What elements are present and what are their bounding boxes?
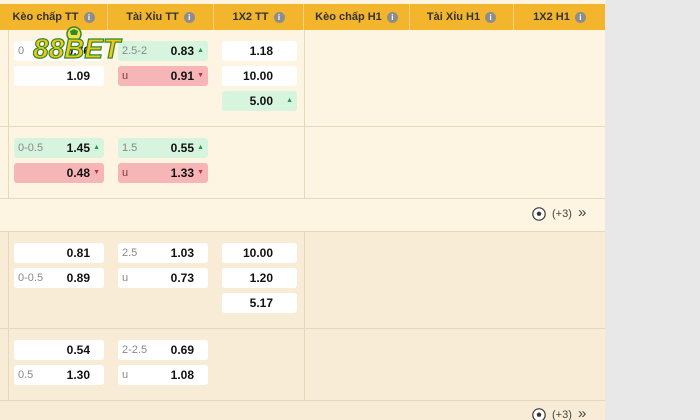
column-divider (304, 30, 305, 199)
x12-home-odds[interactable]: 1.18 (222, 41, 297, 61)
total-under-odds[interactable]: u 0.73 (118, 268, 208, 288)
more-markets-button[interactable]: (+3) » (532, 405, 592, 420)
x12-home-odds[interactable]: 10.00 (222, 243, 297, 263)
odds-value: 5.00 (249, 94, 273, 108)
odds-value: 0.48 (66, 166, 90, 180)
handicap-line: 0.5 (18, 369, 34, 381)
more-markets-button[interactable]: (+3) » (532, 204, 592, 224)
odds-value: 0.83 (170, 44, 194, 58)
more-markets-row (0, 199, 605, 232)
odds-value: 0.81 (66, 246, 90, 260)
total-line: u (122, 167, 129, 179)
info-icon[interactable]: i (183, 11, 195, 23)
header-1x2-h1: 1X2 H1 i (514, 4, 605, 30)
odds-value: 0.54 (66, 343, 90, 357)
header-handicap-h1: Kèo chấp H1 i (304, 4, 410, 30)
info-icon[interactable]: i (273, 11, 285, 23)
header-label: Kèo chấp H1 (315, 11, 382, 23)
total-line: 2-2.5 (122, 344, 148, 356)
total-over-odds[interactable]: 2-2.5 0.69 (118, 340, 208, 360)
total-line: 2.5 (122, 247, 138, 259)
brand-logo: 88BET (33, 26, 124, 65)
handicap-home-odds[interactable]: 0.81 (14, 243, 104, 263)
odds-value: 1.33 (170, 166, 194, 180)
header-total-h1: Tài Xỉu H1 i (410, 4, 514, 30)
chevron-double-right-icon: » (578, 405, 587, 420)
header-label: Tài Xỉu H1 (426, 11, 481, 23)
odds-value: 10.00 (242, 246, 273, 260)
odds-value: 1.18 (249, 44, 273, 58)
handicap-line: 0-0.5 (18, 272, 44, 284)
column-divider (8, 232, 9, 401)
info-icon[interactable]: i (386, 11, 398, 23)
x12-draw-odds[interactable]: 5.00 ▲ (222, 91, 297, 111)
header-label: 1X2 H1 (533, 11, 570, 23)
handicap-home-odds[interactable]: 0.54 (14, 340, 104, 360)
total-line: u (122, 70, 129, 82)
info-icon[interactable]: i (574, 11, 586, 23)
total-under-odds[interactable]: u 1.08 (118, 365, 208, 385)
odds-value: 1.03 (170, 246, 194, 260)
total-over-odds[interactable]: 2.5 1.03 (118, 243, 208, 263)
total-line: u (122, 272, 129, 284)
handicap-home-odds[interactable]: 0-0.5 1.45 ▲ (14, 138, 104, 158)
x12-away-odds[interactable]: 10.00 (222, 66, 297, 86)
total-under-odds[interactable]: u 1.33 ▼ (118, 163, 208, 183)
odds-value: 1.08 (170, 368, 194, 382)
odds-value: 0.91 (170, 69, 194, 83)
odds-value: 5.17 (249, 296, 273, 310)
arrow-up-icon: ▲ (197, 144, 204, 151)
handicap-away-odds[interactable]: 0.5 1.30 (14, 365, 104, 385)
header-label: Tài Xỉu TT (126, 11, 179, 23)
handicap-away-odds[interactable]: 0.48 ▼ (14, 163, 104, 183)
odds-value: 1.45 (66, 141, 90, 155)
arrow-down-icon: ▼ (93, 169, 100, 176)
handicap-away-odds[interactable]: 1.09 (14, 66, 104, 86)
x12-away-odds[interactable]: 1.20 (222, 268, 297, 288)
odds-value: 0.69 (170, 343, 194, 357)
arrow-up-icon: ▲ (93, 144, 100, 151)
total-line: 1.5 (122, 142, 138, 154)
arrow-up-icon: ▲ (197, 47, 204, 54)
logo-text: 88BET (33, 33, 123, 64)
header-label: 1X2 TT (232, 11, 269, 23)
odds-value: 1.20 (249, 271, 273, 285)
odds-value: 1.30 (66, 368, 90, 382)
odds-value: 0.89 (66, 271, 90, 285)
soccer-ball-icon (532, 408, 546, 420)
more-markets-count: (+3) (552, 208, 572, 220)
more-markets-count: (+3) (552, 409, 572, 420)
odds-value: 1.09 (66, 69, 90, 83)
more-markets-row (0, 401, 605, 420)
soccer-ball-icon (532, 207, 546, 221)
arrow-up-icon: ▲ (286, 97, 293, 104)
column-divider (304, 232, 305, 401)
info-icon[interactable]: i (83, 11, 95, 23)
total-under-odds[interactable]: u 0.91 ▼ (118, 66, 208, 86)
handicap-line: 0 (18, 45, 25, 57)
odds-value: 0.55 (170, 141, 194, 155)
total-line: u (122, 369, 129, 381)
chevron-double-right-icon: » (578, 204, 587, 221)
info-icon[interactable]: i (485, 11, 497, 23)
handicap-line: 0-0.5 (18, 142, 44, 154)
handicap-away-odds[interactable]: 0-0.5 0.89 (14, 268, 104, 288)
x12-draw-odds[interactable]: 5.17 (222, 293, 297, 313)
arrow-down-icon: ▼ (197, 72, 204, 79)
odds-value: 10.00 (242, 69, 273, 83)
column-divider (8, 30, 9, 199)
header-label: Kèo chấp TT (12, 11, 79, 23)
total-over-odds[interactable]: 1.5 0.55 ▲ (118, 138, 208, 158)
arrow-down-icon: ▼ (197, 169, 204, 176)
header-1x2-ft: 1X2 TT i (214, 4, 304, 30)
odds-value: 0.73 (170, 271, 194, 285)
odds-table: Kèo chấp TT i Tài Xỉu TT i 1X2 TT i Kèo chấ… (0, 0, 605, 420)
